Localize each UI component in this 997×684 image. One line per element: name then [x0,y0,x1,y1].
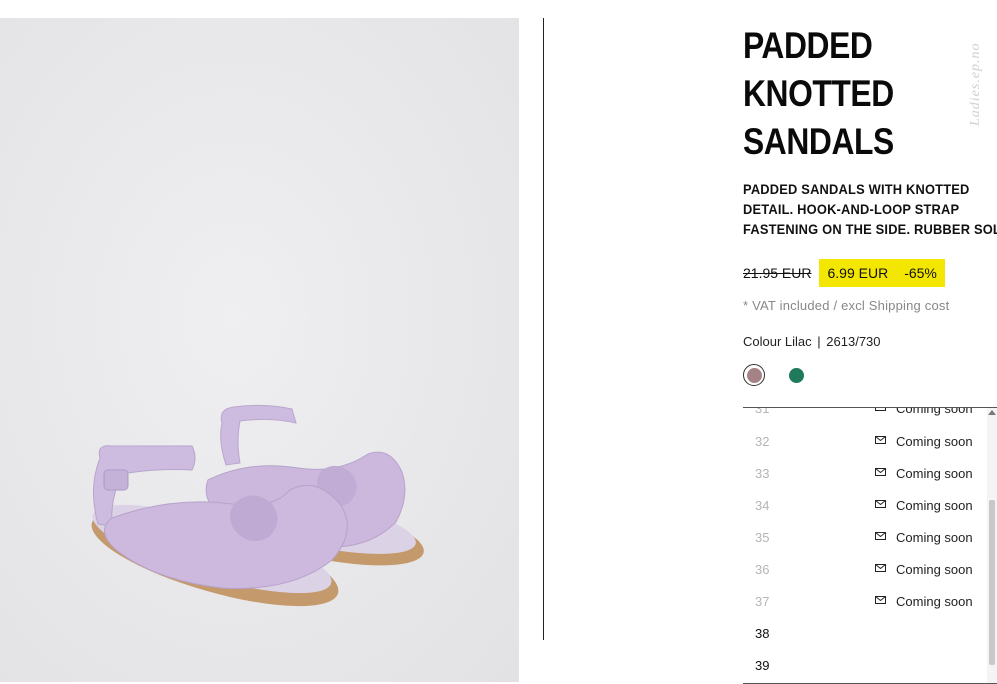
sandals-illustration [91,404,424,607]
size-row[interactable]: 31 Coming soon [743,407,983,424]
coming-soon-label: Coming soon [896,465,973,481]
size-row[interactable]: 33 Coming soon [743,457,983,489]
discount-percent: -65% [904,265,937,281]
vertical-divider [543,18,544,640]
coming-soon-label: Coming soon [896,593,973,609]
coming-soon-label: Coming soon [896,407,973,416]
size-row[interactable]: 34 Coming soon [743,489,983,521]
envelope-icon [875,436,886,444]
sale-price: 6.99 EUR [827,265,889,281]
size-number: 35 [755,529,770,545]
colour-separator: | [817,334,821,349]
vat-note: * VAT included / excl Shipping cost [743,298,950,313]
watermark: Ladies.ep.no [968,42,983,126]
size-row[interactable]: 37 Coming soon [743,585,983,617]
swatch-lilac-dot [746,367,762,383]
envelope-icon [875,468,886,476]
product-title: PADDED KNOTTED SANDALS [743,22,941,166]
description-line: DETAIL. HOOK-AND-LOOP STRAP [743,201,960,217]
size-number: 33 [755,465,770,481]
scroll-up-arrow-icon[interactable] [988,410,996,415]
sale-price-badge: 6.99 EUR -65% [819,259,945,287]
title-line: PADDED [743,25,873,66]
envelope-icon [875,408,886,411]
coming-soon-label: Coming soon [896,561,973,577]
size-number: 36 [755,561,770,577]
coming-soon-label: Coming soon [896,497,973,513]
description-line: PADDED SANDALS WITH KNOTTED [743,181,970,197]
size-number: 39 [755,657,770,673]
price-row: 21.95 EUR 6.99 EUR -65% [743,259,945,287]
size-row[interactable]: 32 Coming soon [743,425,983,457]
size-list-scrollbar[interactable] [987,408,997,683]
scrollbar-thumb[interactable] [989,500,995,665]
swatch-green[interactable] [789,367,804,383]
title-line: SANDALS [743,121,894,162]
envelope-icon [875,532,886,540]
size-list[interactable]: 31 Coming soon 32 Coming soon 33 Coming … [743,407,997,684]
envelope-icon [875,596,886,604]
size-row[interactable]: 35 Coming soon [743,521,983,553]
product-image[interactable] [0,18,519,682]
size-number: 31 [755,407,770,416]
coming-soon-label: Coming soon [896,433,973,449]
original-price: 21.95 EUR [743,265,812,281]
swatch-lilac-selected[interactable] [743,364,765,386]
size-row[interactable]: 39 [743,649,983,681]
colour-info: Colour Lilac | 2613/730 [743,334,881,349]
colour-code: 2613/730 [826,334,881,349]
coming-soon-label: Coming soon [896,529,973,545]
size-number: 37 [755,593,770,609]
colour-swatches [743,364,804,386]
size-number: 38 [755,625,770,641]
envelope-icon [875,564,886,572]
title-line: KNOTTED [743,73,894,114]
envelope-icon [875,500,886,508]
size-row[interactable]: 38 [743,617,983,649]
product-description: PADDED SANDALS WITH KNOTTED DETAIL. HOOK… [743,179,997,239]
size-number: 34 [755,497,770,513]
description-line: FASTENING ON THE SIDE. RUBBER SOLE. [743,221,997,237]
colour-label: Colour Lilac [743,334,812,349]
size-number: 32 [755,433,770,449]
size-row[interactable]: 36 Coming soon [743,553,983,585]
